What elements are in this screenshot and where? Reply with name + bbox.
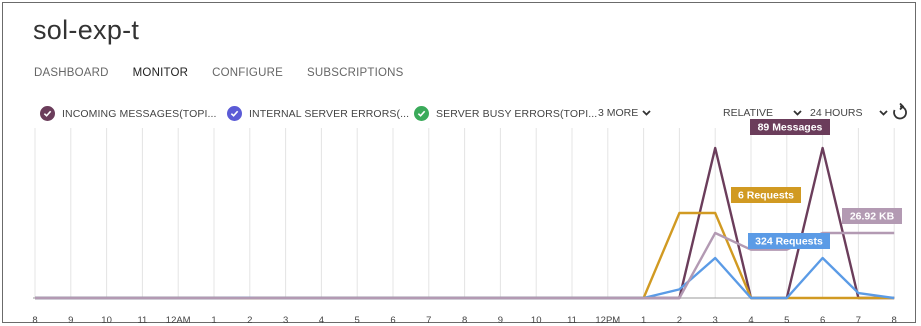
annotation-label: 89 Messages	[758, 122, 823, 134]
x-tick-label: 12AM	[166, 315, 191, 326]
x-tick-label: 1	[641, 315, 646, 326]
x-tick-label: 11	[137, 315, 147, 326]
x-tick-label: 8	[892, 315, 897, 326]
annotation-label: 6 Requests	[738, 190, 794, 202]
x-tick-label: 3	[713, 315, 718, 326]
x-tick-label: 7	[856, 315, 861, 326]
x-tick-label: 11	[567, 315, 577, 326]
x-tick-label: 5	[355, 315, 360, 326]
x-tick-label: 8	[462, 315, 467, 326]
x-tick-label: 7	[426, 315, 431, 326]
x-tick-label: 10	[101, 315, 112, 326]
x-tick-label: 10	[531, 315, 542, 326]
x-tick-label: 6	[820, 315, 825, 326]
x-tick-label: 12PM	[595, 315, 620, 326]
x-tick-label: 9	[498, 315, 503, 326]
x-tick-label: 2	[677, 315, 682, 326]
x-tick-label: 2	[247, 315, 252, 326]
x-tick-label: 9	[68, 315, 73, 326]
annotation-label: 26.92 KB	[850, 211, 895, 223]
monitor-line-chart: 8 9 10 11 12AM 1 2 3 4 5 6 7 8 9 10 11 12PM 1 2 3 4 5 6 7 8 89 Me…	[32, 119, 902, 326]
x-tick-label: 1	[211, 315, 216, 326]
x-tick-label: 6	[390, 315, 395, 326]
x-tick-label: 5	[784, 315, 789, 326]
x-tick-label: 4	[748, 315, 753, 326]
annotation-label: 324 Requests	[755, 236, 823, 248]
x-tick-label: 8	[32, 315, 37, 326]
x-tick-label: 4	[319, 315, 324, 326]
x-tick-label: 3	[283, 315, 288, 326]
